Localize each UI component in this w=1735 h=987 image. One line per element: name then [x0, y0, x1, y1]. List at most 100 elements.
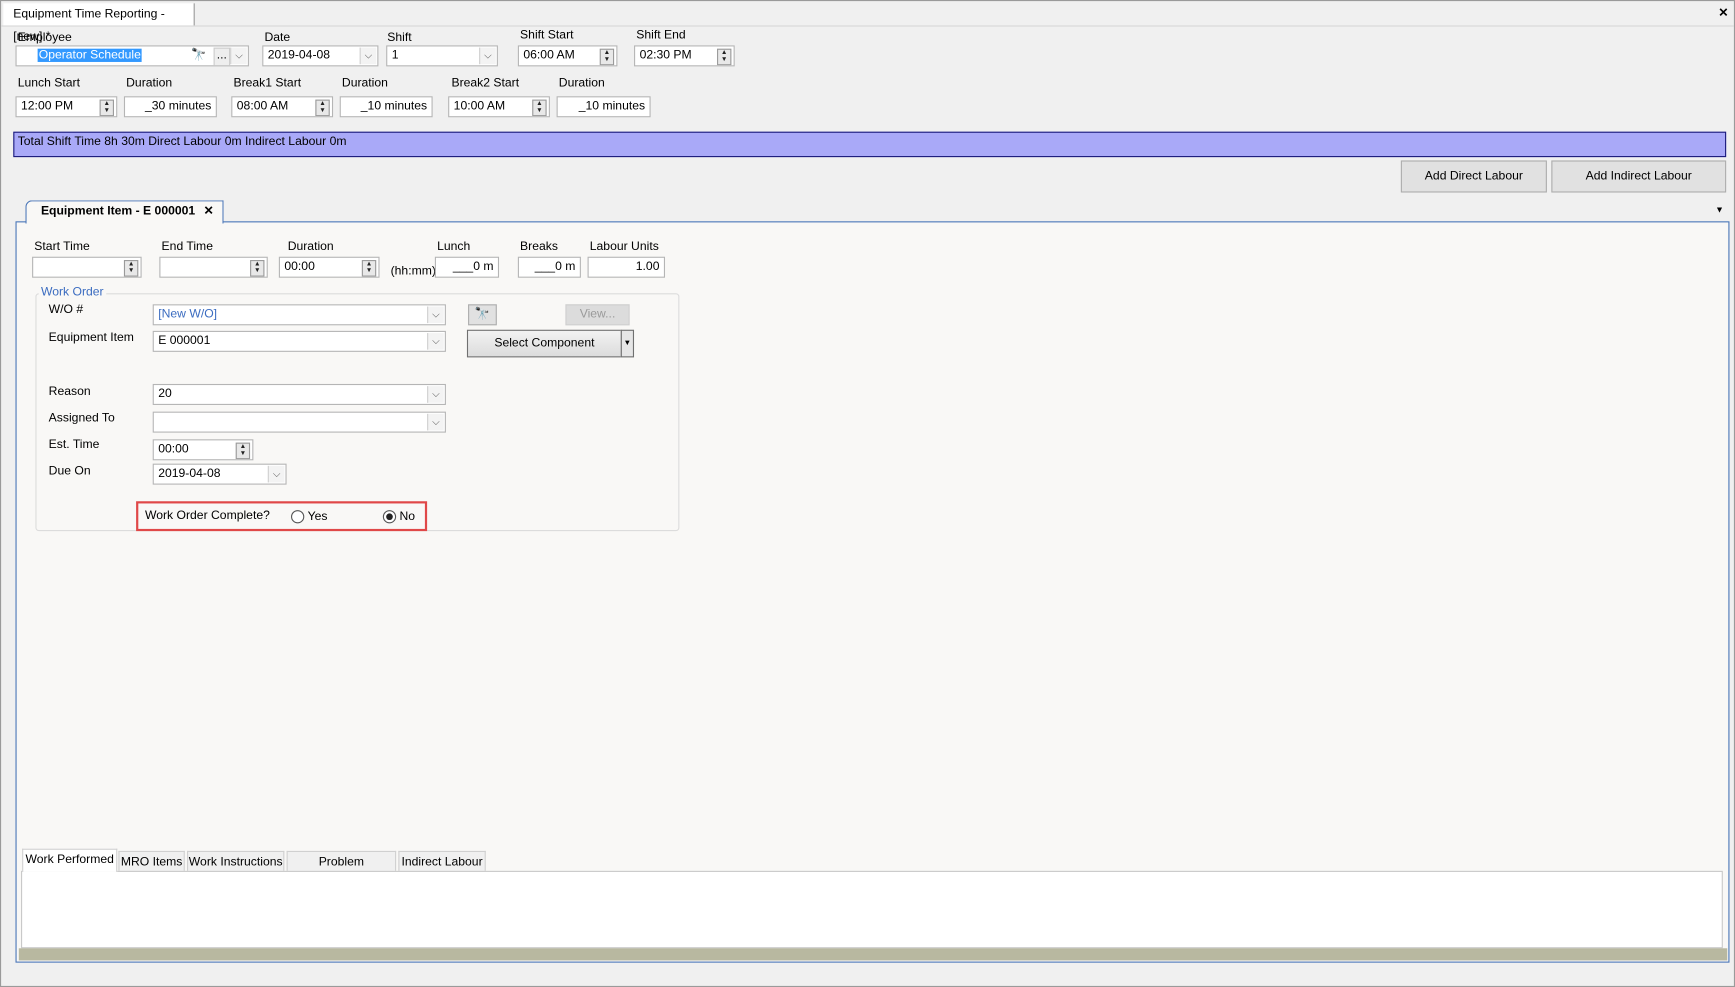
chevron-down-icon[interactable]: ⌵: [359, 47, 377, 65]
spinner-icon[interactable]: ▲ ▼: [123, 260, 139, 277]
close-icon[interactable]: ✕: [1718, 6, 1728, 20]
lunch-start-field[interactable]: 12:00 PM ▲ ▼: [15, 96, 118, 118]
start-time-field[interactable]: ▲ ▼: [32, 256, 142, 278]
tab-list-dropdown-icon[interactable]: ▼: [1715, 205, 1724, 215]
binoculars-icon[interactable]: 🔭: [191, 46, 206, 65]
radio-icon: [291, 510, 305, 524]
shift-end-value: 02:30 PM: [639, 48, 692, 62]
search-wo-button[interactable]: 🔭: [468, 304, 497, 326]
panel-footer-bar: [18, 948, 1728, 961]
shift-end-label: Shift End: [636, 28, 686, 43]
spinner-icon[interactable]: ▲ ▼: [717, 48, 732, 66]
reason-label: Reason: [48, 385, 91, 399]
est-time-label: Est. Time: [48, 438, 100, 452]
shift-value: 1: [391, 48, 399, 62]
est-time-field[interactable]: 00:00 ▲ ▼: [152, 439, 254, 461]
breaks-field[interactable]: ___0 m: [517, 256, 581, 278]
end-time-label: End Time: [161, 240, 213, 254]
break2-duration-label: Duration: [558, 76, 605, 90]
break2-start-field[interactable]: 10:00 AM ▲ ▼: [448, 96, 550, 118]
assigned-to-select[interactable]: ⌵: [152, 411, 446, 433]
labour-units-field[interactable]: 1.00: [587, 256, 666, 278]
spinner-icon[interactable]: ▲ ▼: [315, 99, 330, 117]
select-component-dropdown-icon[interactable]: ▼: [620, 329, 635, 358]
lunch-duration-label: Duration: [126, 76, 173, 90]
due-on-label: Due On: [48, 464, 91, 479]
duration-label: Duration: [287, 240, 334, 254]
tab-label: Equipment Item - E 000001: [40, 204, 196, 218]
spinner-icon[interactable]: ▲ ▼: [599, 48, 615, 66]
chevron-down-icon[interactable]: ⌵: [479, 47, 496, 65]
tab-work-performed[interactable]: Work Performed: [22, 848, 118, 872]
due-on-field[interactable]: 2019-04-08 ⌵: [152, 463, 287, 485]
break2-duration-field[interactable]: _10 minutes: [556, 96, 651, 118]
break1-start-label: Break1 Start: [233, 76, 302, 90]
work-performed-textarea[interactable]: [21, 870, 1723, 949]
break1-start-field[interactable]: 08:00 AM ▲ ▼: [231, 96, 334, 118]
shift-start-value: 06:00 AM: [523, 48, 575, 62]
shift-start-field[interactable]: 06:00 AM ▲ ▼: [517, 45, 618, 67]
shift-end-field[interactable]: 02:30 PM ▲ ▼: [634, 45, 735, 67]
equipment-item-value: E 000001: [158, 334, 211, 348]
equipment-item-select[interactable]: E 000001 ⌵: [152, 330, 446, 352]
break1-duration-label: Duration: [341, 76, 388, 90]
browse-button[interactable]: ...: [213, 47, 231, 66]
binoculars-icon: 🔭: [474, 307, 491, 321]
labour-units-label: Labour Units: [589, 240, 659, 254]
duration-unit: (hh:mm): [390, 264, 436, 278]
est-time-value: 00:00: [158, 442, 189, 456]
breaks-label: Breaks: [520, 240, 558, 254]
chevron-down-icon[interactable]: ⌵: [427, 386, 444, 403]
break1-duration-field[interactable]: _10 minutes: [339, 96, 433, 118]
chevron-down-icon[interactable]: ⌵: [267, 465, 285, 483]
duration-value: 00:00: [284, 260, 315, 274]
tab-work-instructions[interactable]: Work Instructions: [187, 850, 285, 872]
start-time-label: Start Time: [34, 240, 90, 254]
no-label: No: [399, 510, 416, 524]
spinner-icon[interactable]: ▲ ▼: [532, 99, 547, 117]
wo-select[interactable]: [New W/O] ⌵: [152, 304, 446, 326]
complete-no-radio[interactable]: No: [382, 510, 416, 524]
add-direct-labour-button[interactable]: Add Direct Labour: [1400, 160, 1547, 193]
add-indirect-labour-button[interactable]: Add Indirect Labour: [1551, 160, 1727, 193]
end-time-field[interactable]: ▲ ▼: [159, 256, 268, 278]
reason-value: 20: [158, 387, 172, 401]
select-component-button[interactable]: Select Component: [466, 329, 622, 358]
due-on-value: 2019-04-08: [158, 466, 221, 481]
work-order-complete-label: Work Order Complete?: [144, 508, 270, 523]
tab-indirect-labour[interactable]: Indirect Labour: [398, 850, 486, 872]
chevron-down-icon[interactable]: ⌵: [427, 333, 444, 350]
employee-label: Employee: [17, 30, 72, 45]
window-tab[interactable]: Equipment Time Reporting - [new] *: [3, 3, 195, 43]
shift-start-label: Shift Start: [520, 28, 574, 43]
shift-label: Shift: [387, 30, 412, 45]
tab-problem-description[interactable]: Problem Description: [286, 850, 397, 889]
chevron-down-icon[interactable]: ⌵: [230, 47, 247, 65]
date-field[interactable]: 2019-04-08 ⌵: [262, 45, 379, 67]
reason-select[interactable]: 20 ⌵: [152, 383, 446, 405]
lunch-duration-field[interactable]: _30 minutes: [123, 96, 217, 118]
lunch-field[interactable]: ___0 m: [434, 256, 500, 278]
chevron-down-icon[interactable]: ⌵: [427, 306, 444, 324]
close-tab-icon[interactable]: ✕: [204, 201, 214, 222]
view-button[interactable]: View...: [565, 304, 630, 326]
equipment-item-label: Equipment Item: [48, 330, 134, 345]
break1-start-value: 08:00 AM: [236, 99, 289, 113]
duration-field[interactable]: 00:00 ▲ ▼: [278, 256, 380, 278]
spinner-icon[interactable]: ▲ ▼: [361, 260, 377, 277]
shift-select[interactable]: 1 ⌵: [386, 45, 498, 67]
spinner-icon[interactable]: ▲ ▼: [235, 442, 251, 460]
spinner-icon[interactable]: ▲ ▼: [250, 260, 265, 277]
tab-equipment-item[interactable]: Equipment Item - E 000001 ✕: [25, 200, 224, 224]
spinner-icon[interactable]: ▲ ▼: [99, 99, 114, 117]
work-order-legend: Work Order: [38, 285, 106, 299]
complete-yes-radio[interactable]: Yes: [291, 510, 328, 524]
wo-value: [New W/O]: [158, 307, 218, 321]
tab-mro-items[interactable]: MRO Items: [118, 850, 185, 872]
divider: [1, 25, 1734, 27]
assigned-to-label: Assigned To: [48, 411, 115, 425]
break2-start-label: Break2 Start: [451, 76, 520, 90]
employee-field[interactable]: Operator Schedule 🔭 ... ⌵: [15, 45, 249, 67]
yes-label: Yes: [307, 510, 328, 524]
chevron-down-icon[interactable]: ⌵: [427, 413, 444, 431]
